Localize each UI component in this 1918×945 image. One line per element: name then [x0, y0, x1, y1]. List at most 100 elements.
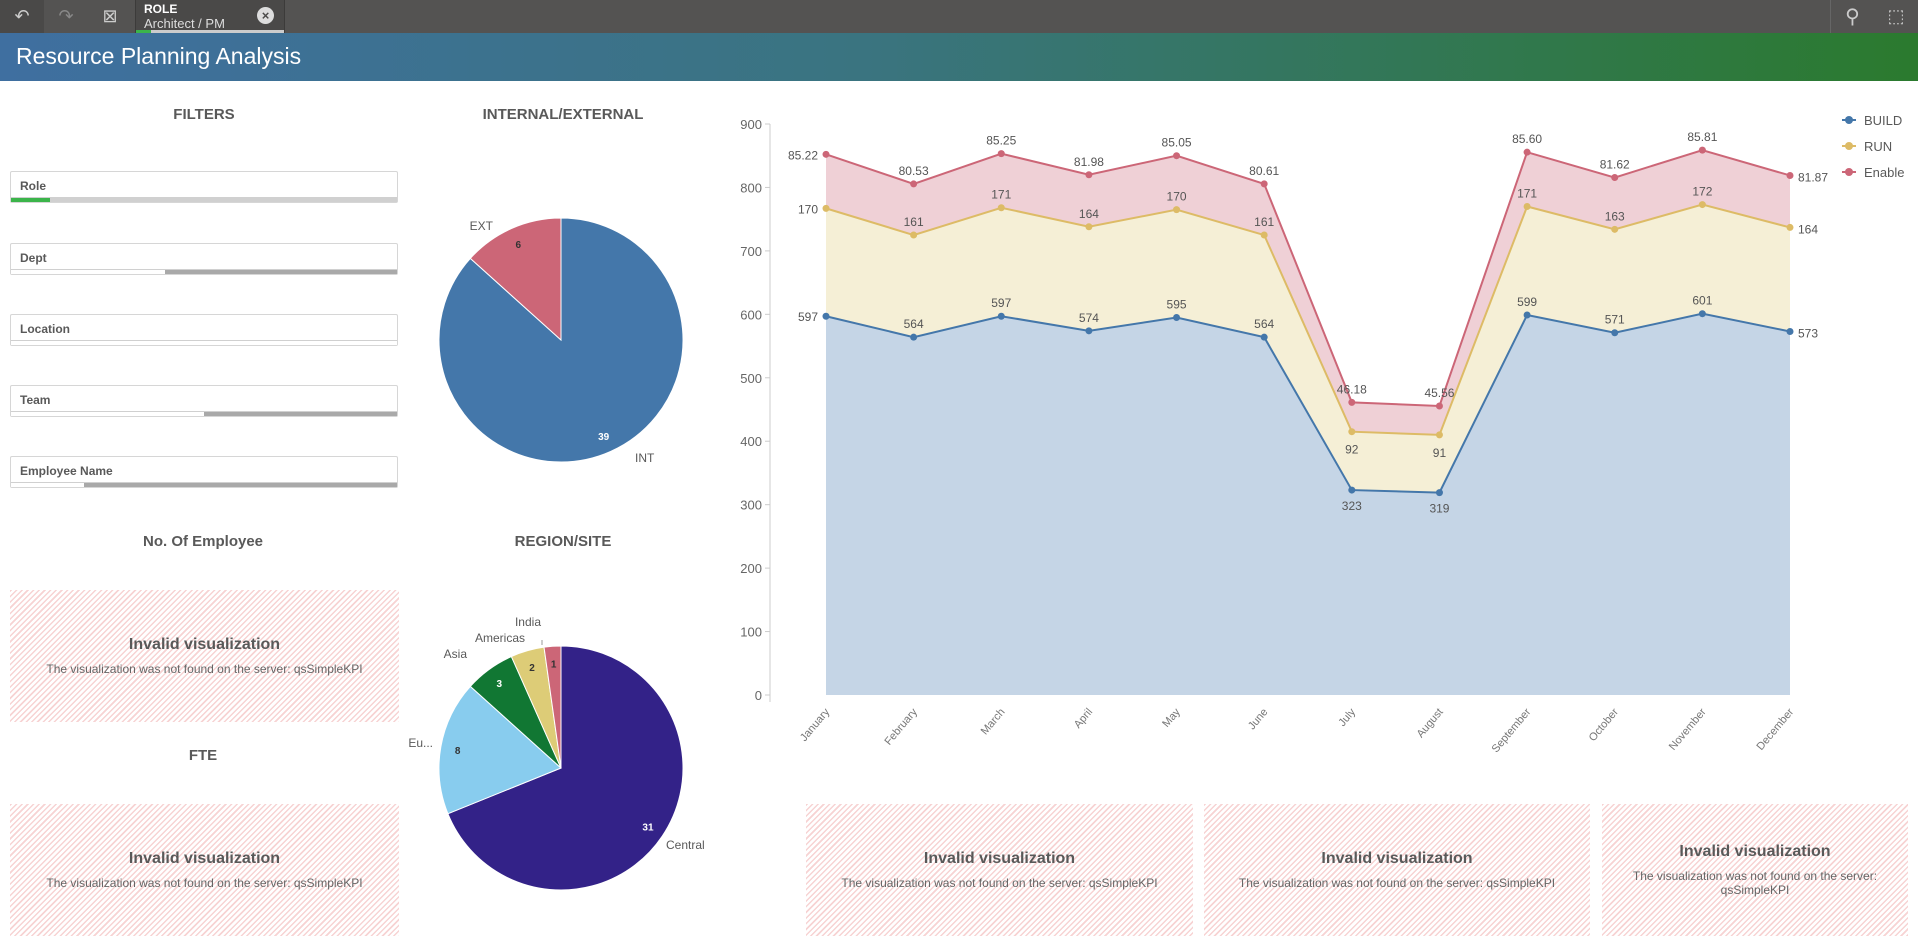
- invalid-title: Invalid visualization: [1679, 843, 1831, 860]
- point-build[interactable]: [1698, 310, 1706, 318]
- y-tick-label: 100: [740, 625, 762, 640]
- data-label: 170: [1167, 190, 1187, 204]
- data-label: 91: [1433, 446, 1447, 460]
- data-label: 161: [904, 215, 924, 229]
- invalid-visualization-fte: Invalid visualization The visualization w…: [10, 804, 399, 936]
- resource-area-chart[interactable]: 0 100 200 300 400 500 600 700 800 900 597 564 597 574…: [0, 0, 1918, 800]
- x-tick-label: July: [1336, 706, 1358, 729]
- data-label: 85.25: [986, 134, 1016, 148]
- y-tick-label: 200: [740, 561, 762, 576]
- data-label: 171: [991, 188, 1011, 202]
- point-run[interactable]: [997, 204, 1005, 212]
- data-label: 164: [1798, 222, 1818, 236]
- point-build[interactable]: [1260, 333, 1268, 341]
- point-enable[interactable]: [1435, 402, 1443, 410]
- data-label: 45.56: [1424, 386, 1454, 400]
- point-run[interactable]: [1786, 223, 1794, 231]
- data-label: 601: [1692, 294, 1712, 308]
- point-run[interactable]: [1173, 206, 1181, 214]
- invalid-visualization-2: Invalid visualization The visualization w…: [1204, 804, 1590, 936]
- point-run[interactable]: [1611, 225, 1619, 233]
- data-label: 323: [1342, 499, 1362, 513]
- point-build[interactable]: [1523, 311, 1531, 319]
- data-label: 80.53: [899, 164, 929, 178]
- x-tick-label: October: [1587, 706, 1622, 744]
- point-enable[interactable]: [1348, 398, 1356, 406]
- point-enable[interactable]: [822, 150, 830, 158]
- data-label: 80.61: [1249, 164, 1279, 178]
- point-run[interactable]: [1435, 431, 1443, 439]
- pie-value-label: 31: [642, 823, 654, 834]
- y-tick-label: 500: [740, 371, 762, 386]
- invalid-visualization-3: Invalid visualization The visualization w…: [1602, 804, 1908, 936]
- x-tick-label: April: [1072, 706, 1095, 731]
- data-label: 597: [798, 310, 818, 324]
- data-label: 597: [991, 296, 1011, 310]
- data-label: 595: [1167, 298, 1187, 312]
- legend-item-build[interactable]: BUILD: [1864, 113, 1902, 128]
- data-label: 81.62: [1600, 158, 1630, 172]
- point-enable[interactable]: [997, 150, 1005, 158]
- point-build[interactable]: [1786, 327, 1794, 335]
- point-run[interactable]: [910, 231, 918, 239]
- data-label: 573: [1798, 326, 1818, 340]
- data-label: 85.81: [1687, 130, 1717, 144]
- data-label: 571: [1605, 313, 1625, 327]
- point-build[interactable]: [910, 333, 918, 341]
- point-build[interactable]: [822, 312, 830, 320]
- point-enable[interactable]: [1523, 148, 1531, 156]
- data-label: 170: [798, 202, 818, 216]
- data-label: 599: [1517, 295, 1537, 309]
- point-build[interactable]: [997, 312, 1005, 320]
- y-tick-label: 600: [740, 307, 762, 322]
- x-tick-label: December: [1754, 706, 1796, 753]
- legend-item-enable[interactable]: Enable: [1864, 165, 1904, 180]
- point-enable[interactable]: [910, 180, 918, 188]
- data-label: 85.05: [1162, 136, 1192, 150]
- x-tick-label: January: [798, 706, 833, 744]
- data-label: 85.22: [788, 148, 818, 162]
- data-label: 81.87: [1798, 170, 1828, 184]
- point-build[interactable]: [1348, 486, 1356, 494]
- invalid-title: Invalid visualization: [128, 850, 281, 867]
- invalid-title: Invalid visualization: [1321, 850, 1473, 867]
- legend-marker: [1845, 116, 1853, 124]
- y-tick-label: 400: [740, 434, 762, 449]
- point-build[interactable]: [1435, 489, 1443, 497]
- point-build[interactable]: [1085, 327, 1093, 335]
- invalid-message: The visualization was not found on the s…: [1238, 876, 1556, 890]
- point-build[interactable]: [1611, 329, 1619, 337]
- point-enable[interactable]: [1260, 180, 1268, 188]
- point-enable[interactable]: [1611, 174, 1619, 182]
- point-run[interactable]: [1698, 201, 1706, 209]
- data-label: 164: [1079, 207, 1099, 221]
- x-tick-label: November: [1667, 706, 1709, 753]
- x-tick-label: August: [1415, 706, 1446, 740]
- invalid-message: The visualization was not found on the s…: [1632, 869, 1878, 897]
- data-label: 574: [1079, 311, 1099, 325]
- x-tick-label: March: [979, 706, 1008, 737]
- invalid-title: Invalid visualization: [923, 850, 1076, 867]
- data-label: 564: [904, 317, 924, 331]
- point-run[interactable]: [1348, 428, 1356, 436]
- data-label: 163: [1605, 209, 1625, 223]
- point-run[interactable]: [1523, 202, 1531, 210]
- x-tick-label: June: [1246, 706, 1271, 732]
- legend-marker: [1845, 142, 1853, 150]
- legend-item-run[interactable]: RUN: [1864, 139, 1892, 154]
- x-tick-label: September: [1490, 706, 1534, 755]
- point-run[interactable]: [822, 204, 830, 212]
- point-enable[interactable]: [1173, 152, 1181, 160]
- point-enable[interactable]: [1085, 171, 1093, 179]
- point-run[interactable]: [1085, 223, 1093, 231]
- data-label: 81.98: [1074, 155, 1104, 169]
- point-enable[interactable]: [1698, 146, 1706, 154]
- point-run[interactable]: [1260, 231, 1268, 239]
- point-enable[interactable]: [1786, 171, 1794, 179]
- pie-category-label: Central: [666, 838, 705, 852]
- x-tick-label: February: [882, 706, 920, 748]
- point-build[interactable]: [1173, 314, 1181, 322]
- x-tick-label: May: [1160, 706, 1183, 730]
- data-label: 85.60: [1512, 132, 1542, 146]
- data-label: 92: [1345, 443, 1359, 457]
